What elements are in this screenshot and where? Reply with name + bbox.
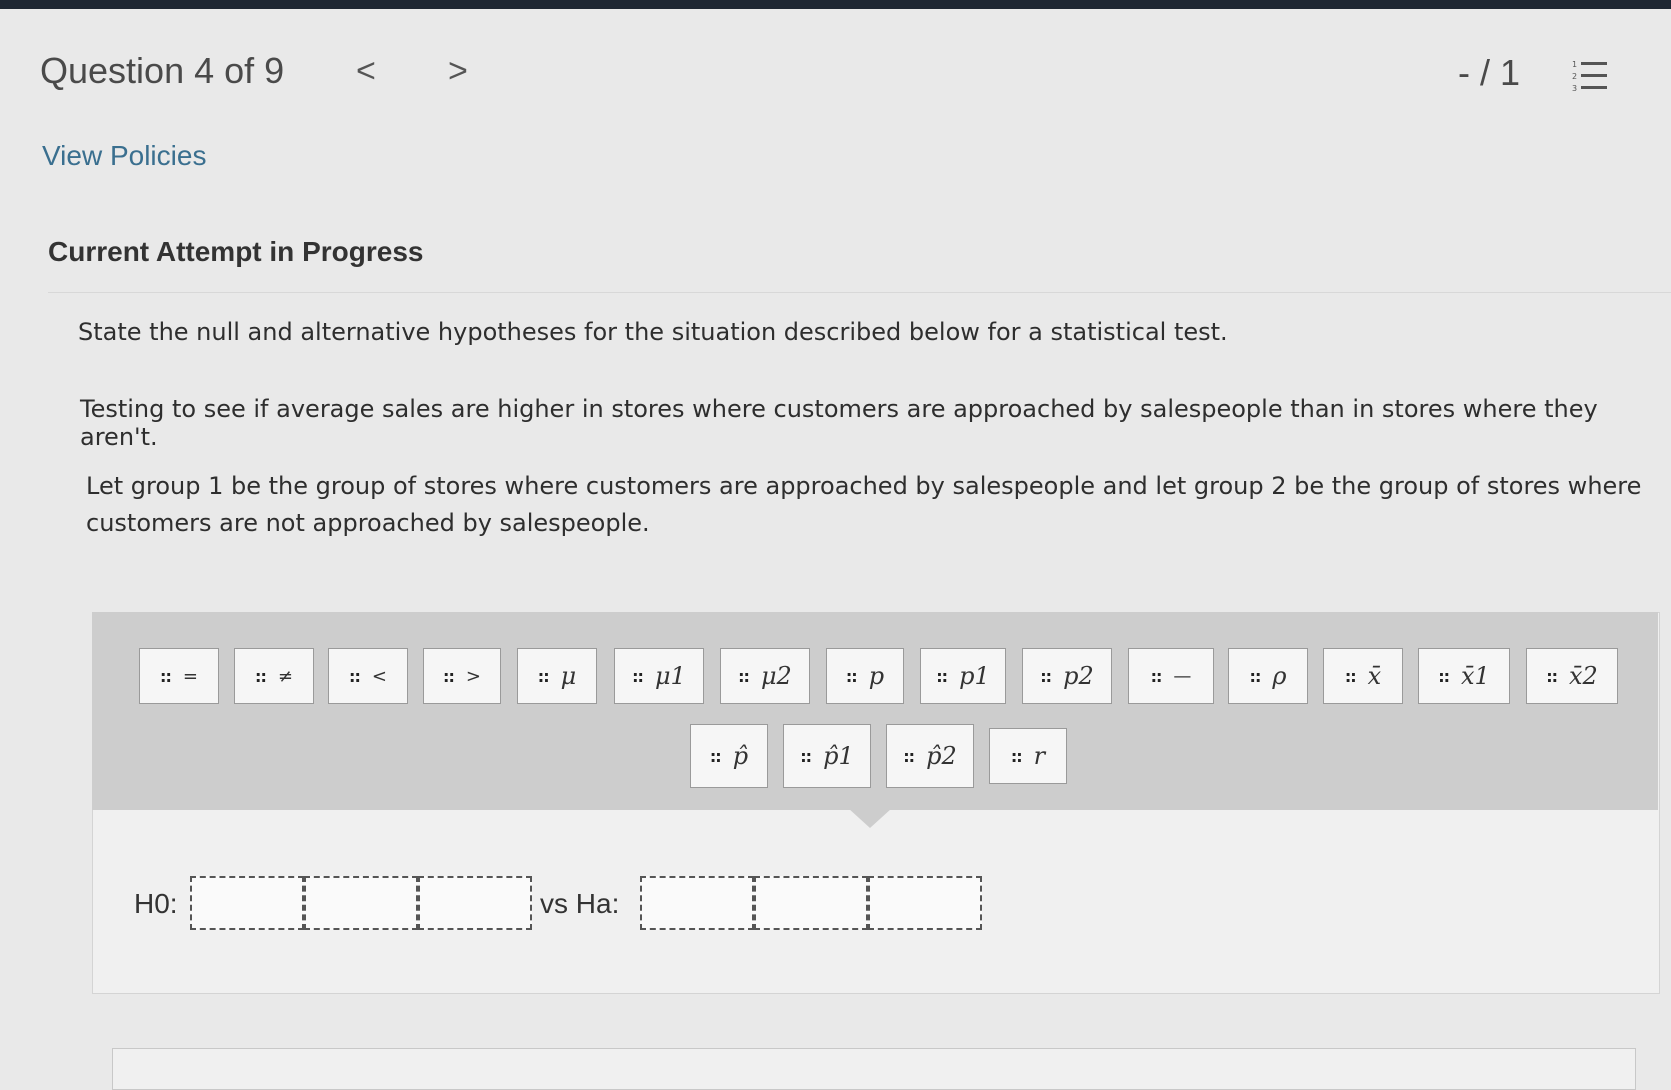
question-scenario: Testing to see if average sales are high… xyxy=(80,395,1598,451)
ha-slot-1[interactable] xyxy=(640,876,754,930)
svg-text:2: 2 xyxy=(1572,72,1577,81)
attempt-status: Current Attempt in Progress xyxy=(48,236,424,267)
tile-minus[interactable]: :: — xyxy=(1128,648,1214,704)
tile-p-hat[interactable]: :: p̂ xyxy=(690,724,768,788)
alternative-hypothesis-dropzone xyxy=(640,876,982,932)
ha-slot-3[interactable] xyxy=(868,876,982,930)
tile-p[interactable]: :: p xyxy=(826,648,904,704)
top-bar xyxy=(0,0,1671,9)
tile-greater-than[interactable]: :: > xyxy=(423,648,501,704)
ha-slot-2[interactable] xyxy=(754,876,868,930)
tile-mu2[interactable]: :: μ2 xyxy=(720,648,810,704)
h0-slot-1[interactable] xyxy=(190,876,304,930)
tile-p2[interactable]: :: p2 xyxy=(1022,648,1112,704)
tile-r[interactable]: :: r xyxy=(989,728,1067,784)
svg-text:1: 1 xyxy=(1572,60,1577,69)
tile-p1[interactable]: :: p1 xyxy=(920,648,1006,704)
tile-mu1[interactable]: :: μ1 xyxy=(614,648,704,704)
h0-slot-3[interactable] xyxy=(418,876,532,930)
null-hypothesis-label: H0: xyxy=(134,888,178,919)
tile-mu[interactable]: :: μ xyxy=(517,648,597,704)
question-groups: Let group 1 be the group of stores where… xyxy=(86,472,1642,537)
tile-equals[interactable]: :: = xyxy=(139,648,219,704)
question-instruction: State the null and alternative hypothese… xyxy=(78,318,1228,346)
divider xyxy=(48,292,1671,293)
question-counter: Question 4 of 9 xyxy=(40,50,285,91)
tile-p-hat2[interactable]: :: p̂2 xyxy=(886,724,974,788)
alternative-hypothesis-label: vs Ha: xyxy=(540,888,620,919)
null-hypothesis-dropzone xyxy=(190,876,532,932)
symbol-palette xyxy=(92,612,1658,810)
tile-p-hat1[interactable]: :: p̂1 xyxy=(783,724,871,788)
previous-question-button[interactable]: < xyxy=(356,52,376,91)
tile-x-bar1[interactable]: :: x̄1 xyxy=(1418,648,1510,704)
view-policies-link[interactable]: View Policies xyxy=(42,140,206,172)
tile-x-bar2[interactable]: :: x̄2 xyxy=(1526,648,1618,704)
tile-not-equal[interactable]: :: ≠ xyxy=(234,648,314,704)
svg-text:3: 3 xyxy=(1572,84,1577,93)
h0-slot-2[interactable] xyxy=(304,876,418,930)
question-list-icon[interactable]: 1 2 3 xyxy=(1572,58,1608,94)
next-section-box xyxy=(112,1048,1636,1090)
tile-less-than[interactable]: :: < xyxy=(328,648,408,704)
tile-rho[interactable]: :: ρ xyxy=(1228,648,1308,704)
next-question-button[interactable]: > xyxy=(448,52,468,91)
palette-pointer xyxy=(848,808,892,828)
tile-x-bar[interactable]: :: x̄ xyxy=(1323,648,1403,704)
score-display: - / 1 xyxy=(1458,52,1521,93)
